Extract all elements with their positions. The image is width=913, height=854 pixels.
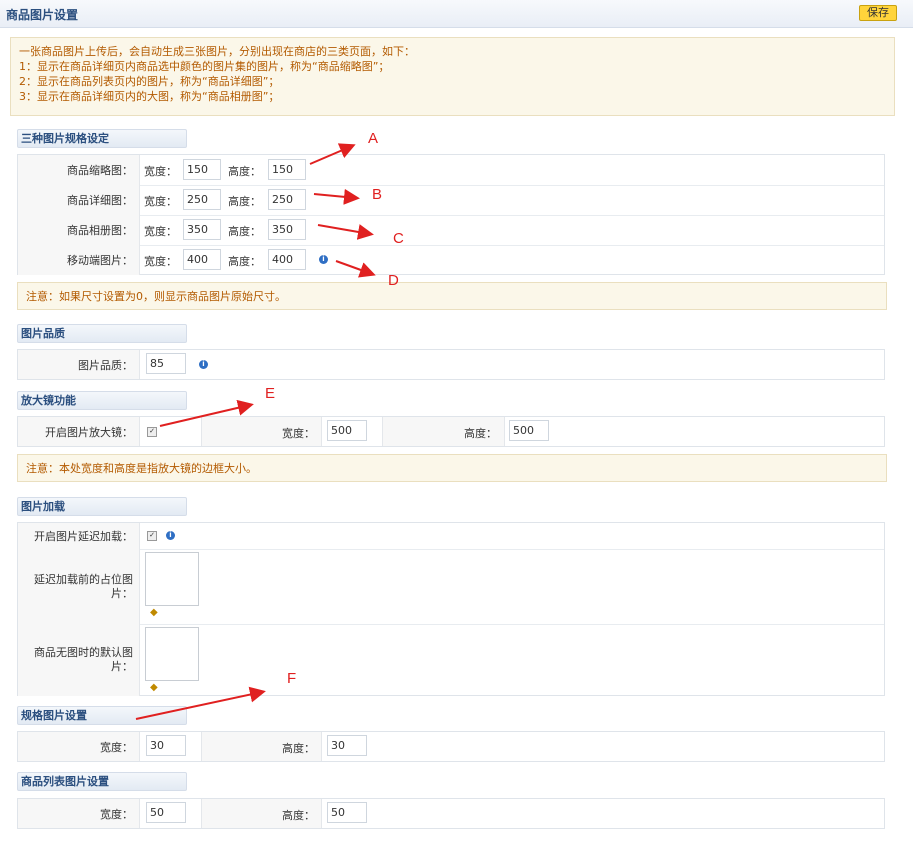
arrow-b [313, 188, 360, 205]
annotation-label-d: D [388, 272, 399, 289]
annotation-label-b: B [372, 186, 383, 203]
arrow-e [159, 399, 254, 427]
arrow-d [335, 260, 376, 278]
annotation-label-c: C [393, 230, 404, 247]
arrow-f [135, 686, 266, 720]
annotation-label-a: A [368, 130, 379, 147]
annotation-label-e: E [265, 385, 276, 402]
arrow-a [309, 143, 356, 165]
annotation-label-f: F [287, 670, 297, 687]
annotation-arrows [135, 143, 376, 720]
arrow-c [317, 224, 374, 240]
